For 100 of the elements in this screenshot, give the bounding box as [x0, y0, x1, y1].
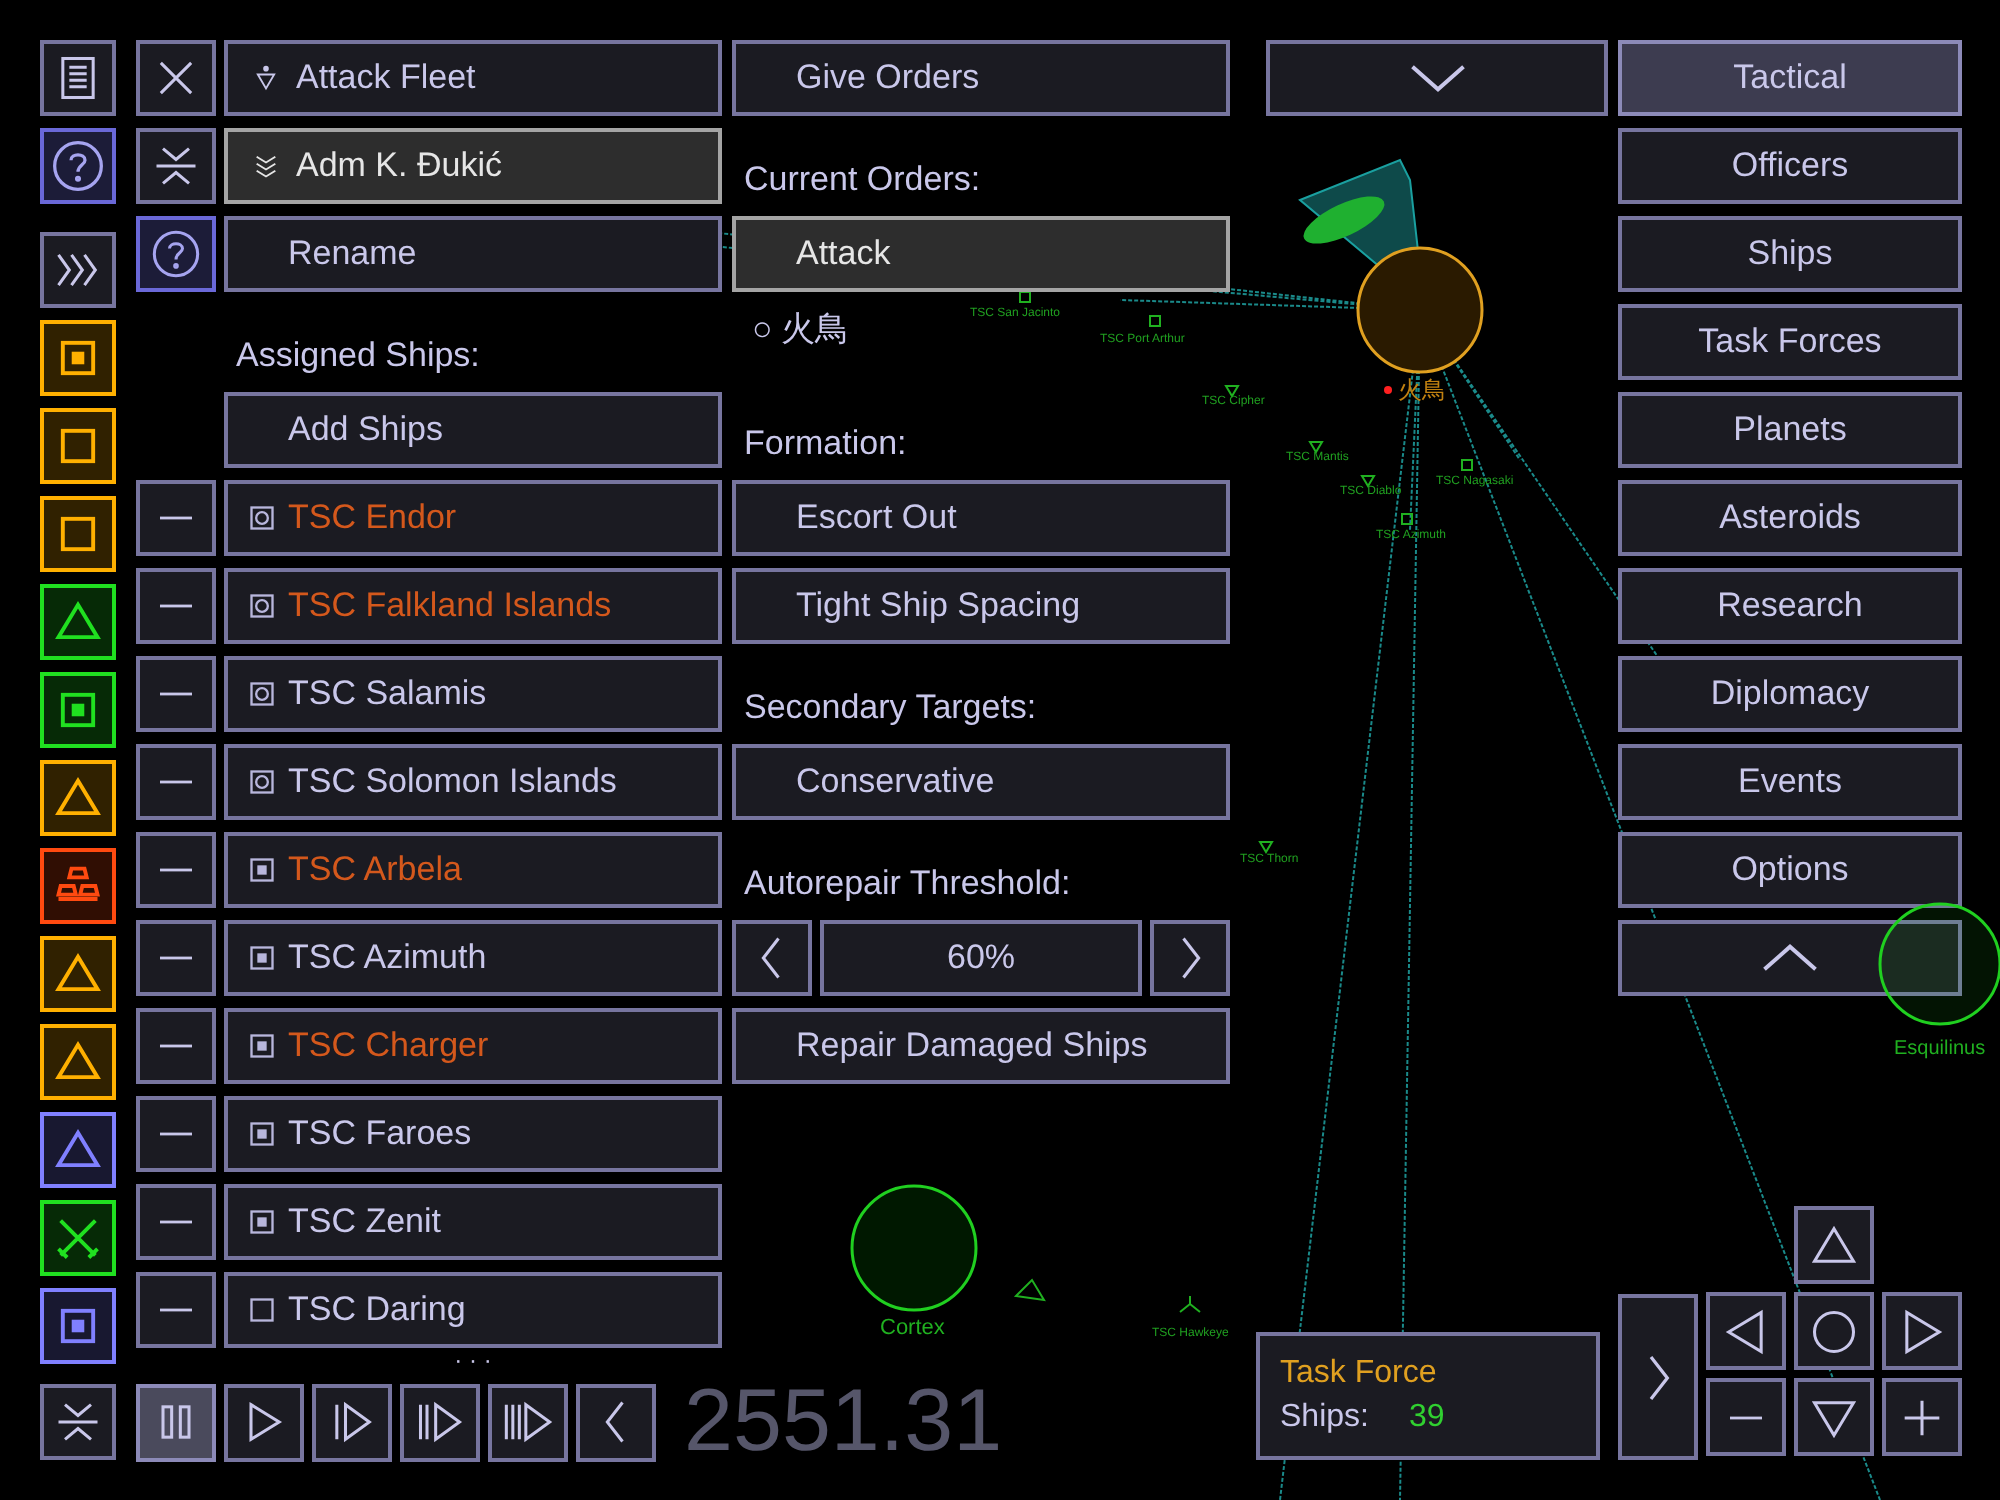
ship-row[interactable]: TSC Arbela	[224, 832, 722, 908]
category-button[interactable]	[40, 320, 116, 396]
formation-button[interactable]: Tight Ship Spacing	[732, 568, 1230, 644]
give-orders-button[interactable]: Give Orders	[732, 40, 1230, 116]
remove-ship-button[interactable]	[136, 656, 216, 732]
category-button[interactable]	[40, 672, 116, 748]
planet-circle[interactable]	[850, 1184, 978, 1312]
fast-forward-icon	[414, 1396, 466, 1448]
repair-button[interactable]: Repair Damaged Ships	[732, 1008, 1230, 1084]
dropdown-button[interactable]	[1266, 40, 1608, 116]
speed-button[interactable]	[488, 1383, 568, 1461]
remove-ship-button[interactable]	[136, 920, 216, 996]
help-button[interactable]	[40, 128, 116, 204]
target-name: 火鳥	[780, 308, 849, 352]
ship-row[interactable]: TSC Zenit	[224, 1184, 722, 1260]
remove-ship-button[interactable]	[136, 1184, 216, 1260]
nav-tab[interactable]: Options	[1618, 832, 1962, 908]
zoom-in-button[interactable]	[1882, 1378, 1962, 1456]
ship-row[interactable]: TSC Azimuth	[224, 920, 722, 996]
nav-tab[interactable]: Diplomacy	[1618, 656, 1962, 732]
close-button[interactable]	[136, 40, 216, 116]
help-button[interactable]	[136, 216, 216, 292]
increase-button[interactable]	[1150, 920, 1230, 996]
ship-class-icon	[248, 504, 276, 532]
rename-button[interactable]: Rename	[224, 216, 722, 292]
category-button[interactable]	[40, 848, 116, 924]
collapse-up-button[interactable]	[1618, 920, 1962, 996]
section-label: Assigned Ships:	[234, 333, 480, 377]
add-ships-button[interactable]: Add Ships	[224, 392, 722, 468]
nav-tab[interactable]: Research	[1618, 568, 1962, 644]
ship-row[interactable]: TSC Charger	[224, 1008, 722, 1084]
nav-tab[interactable]: Ships	[1618, 216, 1962, 292]
nav-tab[interactable]: Asteroids	[1618, 480, 1962, 556]
minus-icon	[160, 1132, 192, 1136]
circle-icon	[1808, 1305, 1860, 1357]
remove-ship-button[interactable]	[136, 1272, 216, 1348]
minus-icon	[160, 868, 192, 872]
category-button[interactable]	[40, 1200, 116, 1276]
ships-label: Ships:	[1280, 1398, 1369, 1438]
secondary-targets-button[interactable]: Conservative	[732, 744, 1230, 820]
ship-class-icon	[248, 680, 276, 708]
threshold-value: 60%	[820, 920, 1142, 996]
pan-left-button[interactable]	[1706, 1292, 1786, 1370]
decrease-button[interactable]	[732, 920, 812, 996]
pan-down-button[interactable]	[1794, 1378, 1874, 1456]
collapse-button[interactable]	[40, 1384, 116, 1460]
center-button[interactable]	[1794, 1292, 1874, 1370]
category-button[interactable]	[40, 1112, 116, 1188]
collapse-button[interactable]	[136, 128, 216, 204]
remove-ship-button[interactable]	[136, 832, 216, 908]
category-button[interactable]	[40, 584, 116, 660]
marker-dot	[1384, 386, 1392, 394]
fast-forward-icon	[502, 1396, 554, 1448]
minus-icon	[160, 516, 192, 520]
speed-button[interactable]	[312, 1383, 392, 1461]
category-button[interactable]	[40, 496, 116, 572]
speed-button[interactable]	[400, 1383, 480, 1461]
minus-icon	[160, 1220, 192, 1224]
formation-button[interactable]: Escort Out	[732, 480, 1230, 556]
play-button[interactable]	[224, 1383, 304, 1461]
remove-ship-button[interactable]	[136, 568, 216, 644]
current-order-button[interactable]: Attack	[732, 216, 1230, 292]
nav-tab[interactable]: Planets	[1618, 392, 1962, 468]
fleet-name-button[interactable]: Attack Fleet	[224, 40, 722, 116]
fleet-marker[interactable]	[1356, 246, 1484, 374]
section-label: Current Orders:	[742, 157, 981, 201]
ship-row[interactable]: TSC Daring	[224, 1272, 722, 1348]
remove-ship-button[interactable]	[136, 744, 216, 820]
remove-ship-button[interactable]	[136, 480, 216, 556]
ship-row[interactable]: TSC Salamis	[224, 656, 722, 732]
ship-row[interactable]: TSC Faroes	[224, 1096, 722, 1172]
ship-class-icon	[248, 856, 276, 884]
ship-row[interactable]: TSC Endor	[224, 480, 722, 556]
ship-row[interactable]: TSC Solomon Islands	[224, 744, 722, 820]
remove-ship-button[interactable]	[136, 1096, 216, 1172]
pan-right-button[interactable]	[1882, 1292, 1962, 1370]
expand-button[interactable]	[40, 232, 116, 308]
ship-class-icon	[248, 768, 276, 796]
back-button[interactable]	[576, 1383, 656, 1461]
document-button[interactable]	[40, 40, 116, 116]
category-button[interactable]	[40, 1024, 116, 1100]
pan-up-button[interactable]	[1794, 1206, 1874, 1284]
nav-tab[interactable]: Officers	[1618, 128, 1962, 204]
category-button[interactable]	[40, 1288, 116, 1364]
nav-tab[interactable]: Task Forces	[1618, 304, 1962, 380]
nav-tab[interactable]: Events	[1618, 744, 1962, 820]
minus-icon	[160, 780, 192, 784]
category-button[interactable]	[40, 408, 116, 484]
map-label: Cortex	[880, 1316, 945, 1340]
ship-row[interactable]: TSC Falkland Islands	[224, 568, 722, 644]
minus-icon	[160, 956, 192, 960]
zoom-out-button[interactable]	[1706, 1378, 1786, 1456]
category-button[interactable]	[40, 760, 116, 836]
ship-class-icon	[248, 1032, 276, 1060]
next-button[interactable]	[1618, 1294, 1698, 1460]
category-button[interactable]	[40, 936, 116, 1012]
remove-ship-button[interactable]	[136, 1008, 216, 1084]
pause-button[interactable]	[136, 1383, 216, 1461]
commander-button[interactable]: Adm K. Đukić	[224, 128, 722, 204]
nav-tab[interactable]: Tactical	[1618, 40, 1962, 116]
